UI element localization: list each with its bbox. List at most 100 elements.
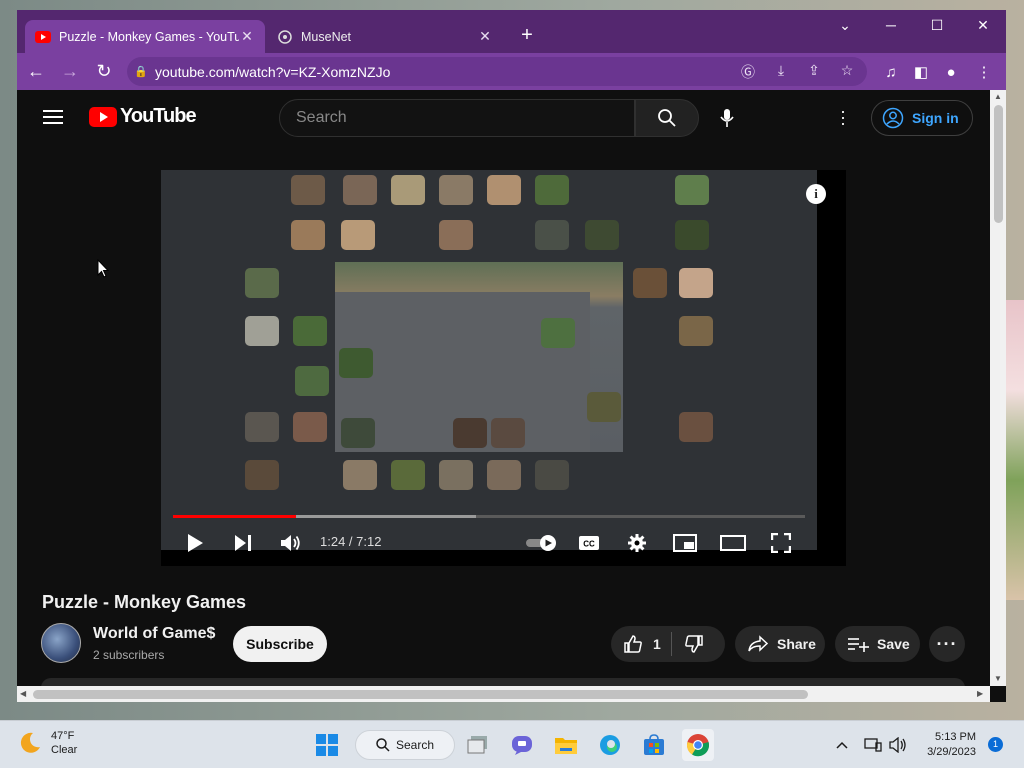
clock-date: 3/29/2023 xyxy=(927,746,976,758)
taskbar-search[interactable]: Search xyxy=(355,730,455,760)
like-dislike-group: 1 xyxy=(611,626,725,662)
volume-button[interactable] xyxy=(277,529,305,557)
start-button[interactable] xyxy=(311,729,343,761)
info-icon[interactable]: i xyxy=(806,184,826,204)
tab-youtube[interactable]: Puzzle - Monkey Games - YouTube ✕ xyxy=(25,20,265,53)
maximize-button[interactable]: ☐ xyxy=(914,10,960,40)
chrome-taskbar-icon[interactable] xyxy=(682,729,714,761)
search-button[interactable] xyxy=(635,99,699,137)
clock-time: 5:13 PM xyxy=(935,731,976,743)
moon-icon xyxy=(20,732,40,753)
share-button[interactable]: Share xyxy=(735,626,825,662)
fullscreen-button[interactable] xyxy=(767,529,795,557)
play-icon xyxy=(188,534,203,552)
scroll-right-icon[interactable]: ▶ xyxy=(977,689,983,698)
puzzle-piece xyxy=(675,175,709,205)
profile-icon[interactable]: ● xyxy=(937,58,965,86)
tab-search-chevron-icon[interactable]: ⌄ xyxy=(822,10,868,40)
speaker-icon[interactable] xyxy=(882,729,914,761)
next-icon xyxy=(235,535,251,551)
like-button[interactable]: 1 xyxy=(611,626,661,662)
more-actions-button[interactable]: ··· xyxy=(929,626,965,662)
show-hidden-icons-icon[interactable] xyxy=(826,729,858,761)
back-button[interactable]: ← xyxy=(21,57,51,87)
description-box[interactable] xyxy=(41,678,965,686)
tab-strip: Puzzle - Monkey Games - YouTube ✕ MuseNe… xyxy=(17,10,1006,53)
horizontal-scroll-thumb[interactable] xyxy=(33,690,808,699)
system-clock[interactable]: 5:13 PM 3/29/2023 xyxy=(916,730,976,760)
side-panel-icon[interactable]: ◧ xyxy=(907,58,935,86)
autoplay-toggle[interactable] xyxy=(524,529,560,557)
settings-button[interactable] xyxy=(623,529,651,557)
captions-button[interactable]: CC xyxy=(575,529,603,557)
search-input[interactable]: Search xyxy=(279,99,635,137)
task-view-icon[interactable] xyxy=(462,729,494,761)
share-page-icon[interactable]: ⇪ xyxy=(804,62,824,82)
weather-widget[interactable]: 47°F Clear xyxy=(18,729,77,757)
search-icon xyxy=(376,738,390,752)
media-controls-icon[interactable]: ♫ xyxy=(877,58,905,86)
puzzle-piece xyxy=(341,220,375,250)
close-window-button[interactable]: ✕ xyxy=(960,10,1006,40)
youtube-logo[interactable]: YouTube xyxy=(89,105,197,128)
voice-search-button[interactable] xyxy=(707,99,747,137)
channel-avatar[interactable] xyxy=(41,623,81,663)
account-icon xyxy=(882,107,904,129)
reload-button[interactable]: ↻ xyxy=(89,57,119,87)
subscribe-button[interactable]: Subscribe xyxy=(233,626,327,662)
thumbs-down-icon xyxy=(684,635,703,653)
minimize-button[interactable]: ─ xyxy=(868,10,914,40)
address-bar[interactable]: 🔒 youtube.com/watch?v=KZ-XomzNZJo Ⓖ ⤓ ⇪ … xyxy=(127,57,867,86)
file-explorer-icon[interactable] xyxy=(550,729,582,761)
channel-name[interactable]: World of Game$ xyxy=(93,625,215,643)
subscriber-count: 2 subscribers xyxy=(93,648,165,662)
new-tab-button[interactable]: + xyxy=(515,24,539,47)
edge-icon[interactable] xyxy=(594,729,626,761)
browser-window: Puzzle - Monkey Games - YouTube ✕ MuseNe… xyxy=(17,10,1006,702)
chrome-menu-icon[interactable]: ⋮ xyxy=(970,58,998,86)
scroll-left-icon[interactable]: ◀ xyxy=(20,689,26,698)
mouse-cursor-icon xyxy=(97,259,109,278)
tab-musenet[interactable]: MuseNet ✕ xyxy=(267,20,503,53)
puzzle-piece xyxy=(391,460,425,490)
horizontal-scrollbar[interactable]: ◀ ▶ xyxy=(17,686,990,702)
vertical-scroll-thumb[interactable] xyxy=(994,105,1003,223)
theater-mode-icon xyxy=(720,535,746,551)
bookmark-star-icon[interactable]: ☆ xyxy=(837,62,857,82)
time-display: 1:24 / 7:12 xyxy=(320,534,382,549)
notification-badge[interactable]: 1 xyxy=(988,737,1003,752)
video-title: Puzzle - Monkey Games xyxy=(42,592,247,612)
video-frame[interactable]: i xyxy=(161,170,826,550)
guide-menu-icon[interactable] xyxy=(43,110,63,124)
puzzle-piece xyxy=(541,318,575,348)
microphone-icon xyxy=(720,109,734,127)
next-button[interactable] xyxy=(229,529,257,557)
vertical-scrollbar[interactable]: ▲ ▼ xyxy=(990,90,1006,686)
close-tab-icon[interactable]: ✕ xyxy=(239,28,255,45)
google-translate-icon[interactable]: Ⓖ xyxy=(738,62,758,82)
install-icon[interactable]: ⤓ xyxy=(771,62,791,82)
tab-title: MuseNet xyxy=(301,29,352,44)
scroll-down-icon[interactable]: ▼ xyxy=(994,674,1002,683)
theater-mode-button[interactable] xyxy=(719,529,747,557)
dislike-button[interactable] xyxy=(672,626,704,662)
puzzle-piece xyxy=(343,175,377,205)
miniplayer-button[interactable] xyxy=(671,529,699,557)
microsoft-store-icon[interactable] xyxy=(638,729,670,761)
openai-favicon-icon xyxy=(277,29,293,45)
volume-icon xyxy=(281,535,300,551)
video-player[interactable]: i 1:24 / 7:12 CC xyxy=(161,170,846,566)
windows-logo-icon xyxy=(316,734,338,756)
scroll-up-icon[interactable]: ▲ xyxy=(994,92,1002,101)
forward-button[interactable]: → xyxy=(55,57,85,87)
teams-chat-icon[interactable] xyxy=(506,729,538,761)
like-count: 1 xyxy=(653,636,661,652)
save-label: Save xyxy=(877,636,910,652)
sign-in-button[interactable]: Sign in xyxy=(871,100,973,136)
close-tab-icon[interactable]: ✕ xyxy=(477,28,493,45)
play-button[interactable] xyxy=(181,529,209,557)
progress-bar[interactable] xyxy=(173,515,805,518)
puzzle-piece xyxy=(487,175,521,205)
save-button[interactable]: Save xyxy=(835,626,920,662)
settings-kebab-icon[interactable]: · · · xyxy=(831,102,855,132)
